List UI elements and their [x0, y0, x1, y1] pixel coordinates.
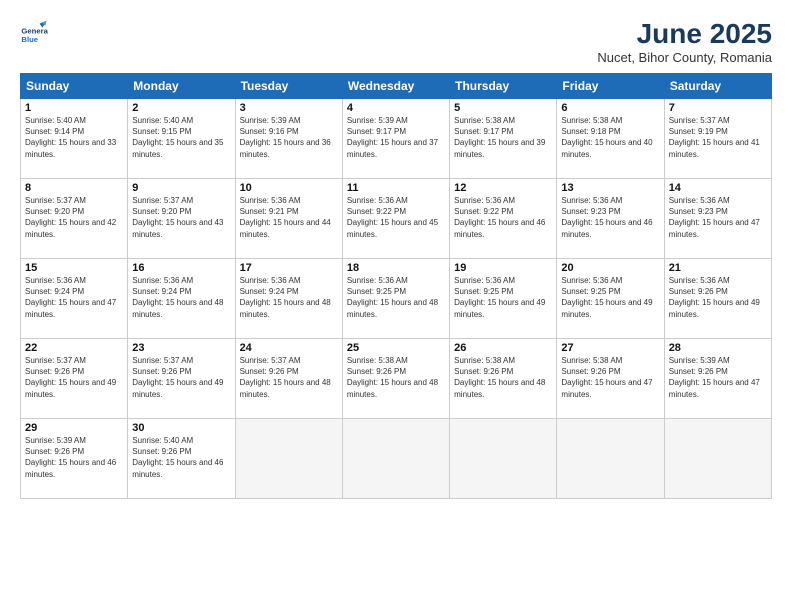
day-cell-11: 11 Sunrise: 5:36 AMSunset: 9:22 PMDaylig…: [342, 179, 449, 259]
day-cell-empty-4: [557, 419, 664, 499]
day-cell-8: 8 Sunrise: 5:37 AMSunset: 9:20 PMDayligh…: [21, 179, 128, 259]
header: General Blue June 2025 Nucet, Bihor Coun…: [20, 18, 772, 65]
day-cell-10: 10 Sunrise: 5:36 AMSunset: 9:21 PMDaylig…: [235, 179, 342, 259]
day-cell-empty-5: [664, 419, 771, 499]
svg-text:General: General: [21, 26, 48, 35]
week-row-1: 1 Sunrise: 5:40 AMSunset: 9:14 PMDayligh…: [21, 99, 772, 179]
header-thursday: Thursday: [450, 74, 557, 99]
day-cell-7: 7 Sunrise: 5:37 AMSunset: 9:19 PMDayligh…: [664, 99, 771, 179]
svg-text:Blue: Blue: [21, 35, 38, 44]
day-cell-15: 15 Sunrise: 5:36 AMSunset: 9:24 PMDaylig…: [21, 259, 128, 339]
day-cell-empty-2: [342, 419, 449, 499]
day-cell-6: 6 Sunrise: 5:38 AMSunset: 9:18 PMDayligh…: [557, 99, 664, 179]
day-cell-18: 18 Sunrise: 5:36 AMSunset: 9:25 PMDaylig…: [342, 259, 449, 339]
day-cell-30: 30 Sunrise: 5:40 AMSunset: 9:26 PMDaylig…: [128, 419, 235, 499]
week-row-5: 29 Sunrise: 5:39 AMSunset: 9:26 PMDaylig…: [21, 419, 772, 499]
day-cell-4: 4 Sunrise: 5:39 AMSunset: 9:17 PMDayligh…: [342, 99, 449, 179]
day-cell-27: 27 Sunrise: 5:38 AMSunset: 9:26 PMDaylig…: [557, 339, 664, 419]
calendar-title: June 2025: [597, 18, 772, 50]
header-saturday: Saturday: [664, 74, 771, 99]
header-sunday: Sunday: [21, 74, 128, 99]
day-cell-9: 9 Sunrise: 5:37 AMSunset: 9:20 PMDayligh…: [128, 179, 235, 259]
day-cell-2: 2 Sunrise: 5:40 AMSunset: 9:15 PMDayligh…: [128, 99, 235, 179]
day-cell-17: 17 Sunrise: 5:36 AMSunset: 9:24 PMDaylig…: [235, 259, 342, 339]
day-cell-21: 21 Sunrise: 5:36 AMSunset: 9:26 PMDaylig…: [664, 259, 771, 339]
day-cell-12: 12 Sunrise: 5:36 AMSunset: 9:22 PMDaylig…: [450, 179, 557, 259]
day-cell-26: 26 Sunrise: 5:38 AMSunset: 9:26 PMDaylig…: [450, 339, 557, 419]
day-cell-3: 3 Sunrise: 5:39 AMSunset: 9:16 PMDayligh…: [235, 99, 342, 179]
header-wednesday: Wednesday: [342, 74, 449, 99]
week-row-4: 22 Sunrise: 5:37 AMSunset: 9:26 PMDaylig…: [21, 339, 772, 419]
page: General Blue June 2025 Nucet, Bihor Coun…: [0, 0, 792, 612]
day-cell-empty-3: [450, 419, 557, 499]
header-monday: Monday: [128, 74, 235, 99]
day-cell-13: 13 Sunrise: 5:36 AMSunset: 9:23 PMDaylig…: [557, 179, 664, 259]
day-cell-16: 16 Sunrise: 5:36 AMSunset: 9:24 PMDaylig…: [128, 259, 235, 339]
day-cell-19: 19 Sunrise: 5:36 AMSunset: 9:25 PMDaylig…: [450, 259, 557, 339]
calendar-table: Sunday Monday Tuesday Wednesday Thursday…: [20, 73, 772, 499]
weekday-header-row: Sunday Monday Tuesday Wednesday Thursday…: [21, 74, 772, 99]
header-friday: Friday: [557, 74, 664, 99]
day-cell-1: 1 Sunrise: 5:40 AMSunset: 9:14 PMDayligh…: [21, 99, 128, 179]
day-cell-22: 22 Sunrise: 5:37 AMSunset: 9:26 PMDaylig…: [21, 339, 128, 419]
day-cell-5: 5 Sunrise: 5:38 AMSunset: 9:17 PMDayligh…: [450, 99, 557, 179]
day-cell-29: 29 Sunrise: 5:39 AMSunset: 9:26 PMDaylig…: [21, 419, 128, 499]
day-cell-25: 25 Sunrise: 5:38 AMSunset: 9:26 PMDaylig…: [342, 339, 449, 419]
day-cell-20: 20 Sunrise: 5:36 AMSunset: 9:25 PMDaylig…: [557, 259, 664, 339]
day-cell-empty-1: [235, 419, 342, 499]
calendar-subtitle: Nucet, Bihor County, Romania: [597, 50, 772, 65]
header-tuesday: Tuesday: [235, 74, 342, 99]
title-area: June 2025 Nucet, Bihor County, Romania: [597, 18, 772, 65]
day-cell-23: 23 Sunrise: 5:37 AMSunset: 9:26 PMDaylig…: [128, 339, 235, 419]
logo-icon: General Blue: [20, 18, 48, 46]
logo: General Blue: [20, 18, 48, 46]
day-cell-24: 24 Sunrise: 5:37 AMSunset: 9:26 PMDaylig…: [235, 339, 342, 419]
day-cell-14: 14 Sunrise: 5:36 AMSunset: 9:23 PMDaylig…: [664, 179, 771, 259]
day-cell-28: 28 Sunrise: 5:39 AMSunset: 9:26 PMDaylig…: [664, 339, 771, 419]
week-row-2: 8 Sunrise: 5:37 AMSunset: 9:20 PMDayligh…: [21, 179, 772, 259]
week-row-3: 15 Sunrise: 5:36 AMSunset: 9:24 PMDaylig…: [21, 259, 772, 339]
